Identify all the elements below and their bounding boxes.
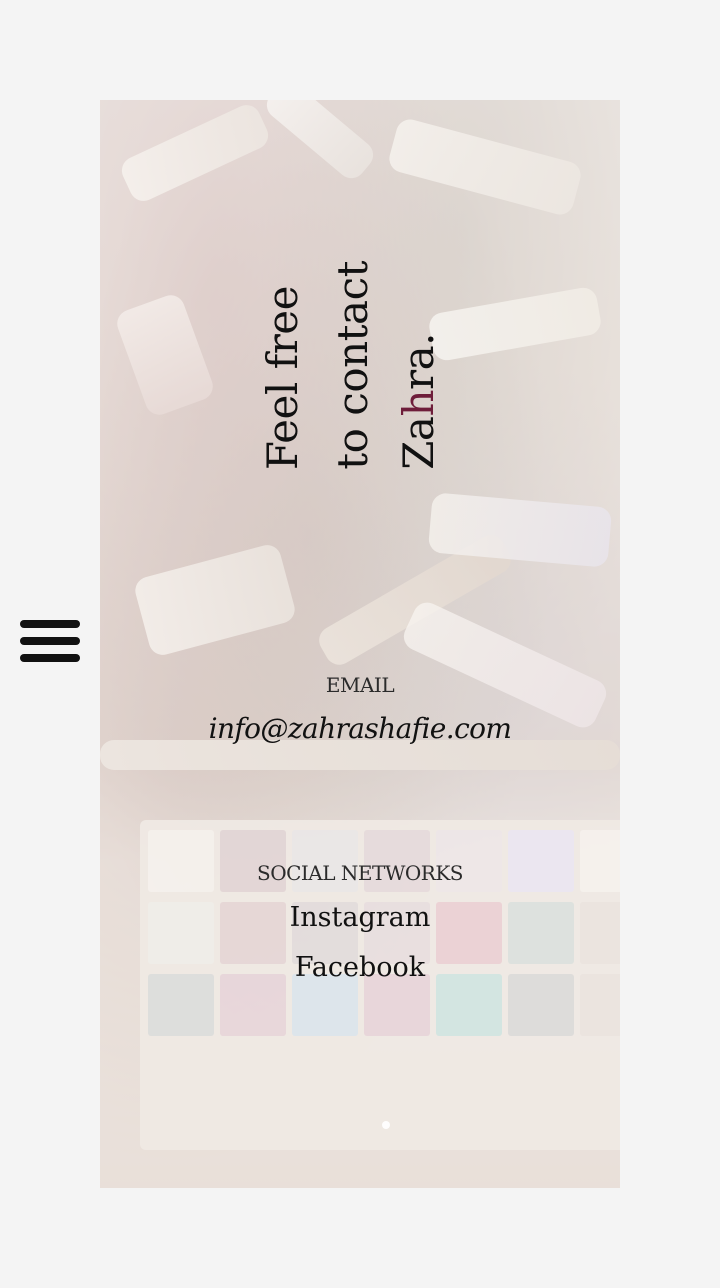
facebook-link[interactable]: Facebook [0,952,720,983]
heading-name-part-2: ra. [394,333,443,391]
email-link[interactable]: info@zahrashafie.com [0,712,720,745]
menu-bar-top [20,620,80,628]
menu-bar-middle [20,637,80,645]
social-networks-label: SOCIAL NETWORKS [257,861,463,885]
instagram-link[interactable]: Instagram [0,902,720,933]
menu-bar-bottom [20,654,80,662]
heading-line-1: Feel free [258,285,307,470]
heading-line-3: Zahra. [394,333,443,470]
email-label: EMAIL [325,673,395,697]
heading-line-2: to contact [328,261,377,470]
background-indicator-dot [382,1121,390,1129]
contact-heading: Feel free to contact Zahra. [250,261,450,470]
heading-name-part-1: Za [394,416,443,470]
hamburger-menu-button[interactable] [20,620,80,662]
heading-name-accent-letter: h [394,390,443,417]
